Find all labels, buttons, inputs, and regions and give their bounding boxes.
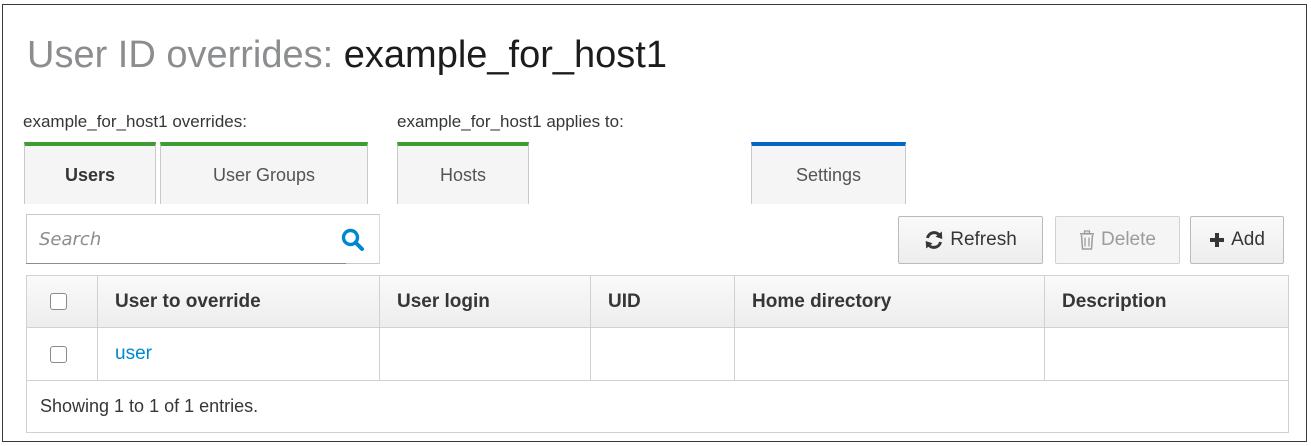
page-title-name: example_for_host1	[343, 34, 667, 76]
tab-users[interactable]: Users	[24, 142, 156, 204]
row-checkbox[interactable]	[50, 345, 67, 363]
cell-uid	[591, 328, 735, 380]
page-title: User ID overrides: example_for_host1	[27, 25, 667, 85]
overrides-table: User to override User login UID Home dir…	[26, 275, 1289, 433]
trash-icon	[1079, 230, 1095, 250]
tab-hosts[interactable]: Hosts	[397, 142, 529, 204]
table-footer: Showing 1 to 1 of 1 entries.	[40, 396, 259, 416]
delete-label: Delete	[1101, 229, 1156, 250]
refresh-icon	[924, 230, 944, 250]
row-checkbox-cell	[27, 328, 98, 380]
applies-to-section-label: example_for_host1 applies to:	[397, 112, 624, 131]
column-user-to-override[interactable]: User to override	[98, 276, 380, 327]
select-all-checkbox[interactable]	[50, 293, 67, 310]
page-frame: User ID overrides: example_for_host1 exa…	[2, 4, 1307, 442]
plus-icon	[1209, 232, 1225, 248]
search-underline	[26, 263, 346, 264]
search-input[interactable]	[27, 227, 331, 251]
user-link[interactable]: user	[115, 343, 152, 365]
column-description[interactable]: Description	[1045, 276, 1288, 327]
page-title-prefix: User ID overrides:	[27, 34, 334, 76]
column-uid[interactable]: UID	[591, 276, 735, 327]
tab-user-groups[interactable]: User Groups	[160, 142, 368, 204]
add-button[interactable]: Add	[1190, 216, 1284, 264]
column-user-login[interactable]: User login	[380, 276, 591, 327]
refresh-button[interactable]: Refresh	[898, 216, 1043, 264]
cell-home-directory	[735, 328, 1045, 380]
delete-button[interactable]: Delete	[1055, 216, 1180, 264]
refresh-label: Refresh	[950, 229, 1017, 250]
tab-settings[interactable]: Settings	[751, 142, 906, 204]
search-box	[26, 214, 380, 264]
cell-user-to-override: user	[98, 328, 380, 380]
table-row: user	[27, 328, 1288, 381]
cell-description	[1045, 328, 1288, 380]
search-icon[interactable]	[340, 227, 366, 253]
overrides-section-label: example_for_host1 overrides:	[23, 112, 247, 131]
header-checkbox-cell	[27, 276, 98, 327]
table-header-row: User to override User login UID Home dir…	[27, 276, 1288, 328]
cell-user-login	[380, 328, 591, 380]
add-label: Add	[1231, 229, 1265, 250]
column-home-directory[interactable]: Home directory	[735, 276, 1045, 327]
